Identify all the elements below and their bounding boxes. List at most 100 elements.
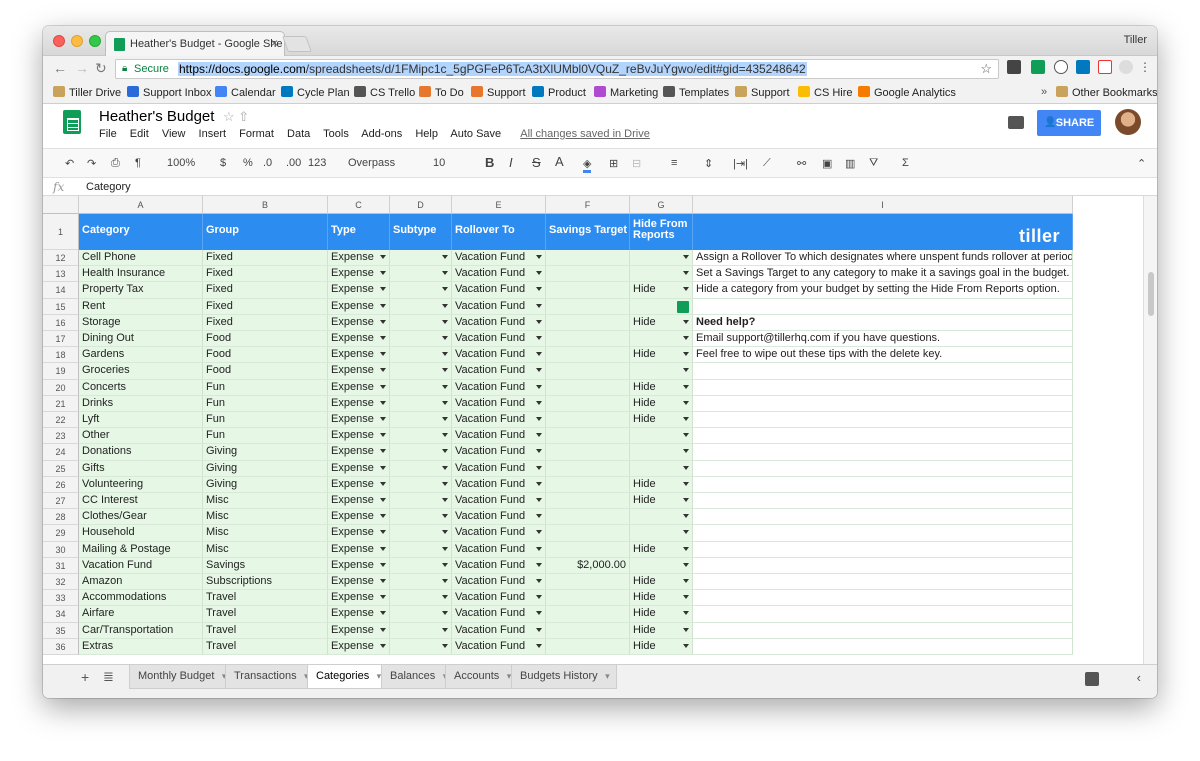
subtype-dropdown[interactable]	[390, 574, 452, 591]
sheet-tab-categories[interactable]: Categories	[307, 665, 389, 689]
column-header-g[interactable]: G	[630, 196, 693, 214]
decrease-decimal-button[interactable]: .0	[263, 157, 272, 169]
rollover-dropdown[interactable]: Vacation Fund	[452, 525, 546, 542]
category-cell[interactable]: Clothes/Gear	[79, 509, 203, 526]
group-cell[interactable]: Giving	[203, 476, 328, 493]
browser-tab[interactable]: Heather's Budget - Google She ×	[105, 31, 285, 56]
extension-trello-icon[interactable]	[1076, 60, 1090, 74]
savings-target-cell[interactable]	[546, 444, 630, 461]
rollover-dropdown[interactable]: Vacation Fund	[452, 250, 546, 267]
zoom-select[interactable]: 100%	[167, 157, 195, 169]
tips-cell[interactable]	[693, 574, 1073, 591]
group-cell[interactable]: Misc	[203, 541, 328, 558]
dropdown-arrow-icon[interactable]	[442, 271, 448, 276]
dropdown-arrow-icon[interactable]	[380, 514, 386, 519]
dropdown-arrow-icon[interactable]	[536, 368, 542, 373]
tips-cell[interactable]	[693, 444, 1073, 461]
type-dropdown[interactable]: Expense	[328, 266, 390, 283]
rollover-dropdown[interactable]: Vacation Fund	[452, 590, 546, 607]
hide-dropdown[interactable]: Hide	[630, 282, 693, 299]
dropdown-arrow-icon[interactable]	[442, 481, 448, 486]
savings-target-cell[interactable]	[546, 395, 630, 412]
bookmark-marketing[interactable]: Marketing	[594, 86, 658, 99]
tips-cell[interactable]	[693, 476, 1073, 493]
hide-dropdown[interactable]: Hide	[630, 606, 693, 623]
hide-dropdown[interactable]	[630, 557, 693, 574]
dropdown-arrow-icon[interactable]	[536, 514, 542, 519]
group-cell[interactable]: Food	[203, 331, 328, 348]
vertical-scrollbar[interactable]	[1143, 196, 1157, 664]
dropdown-arrow-icon[interactable]	[380, 271, 386, 276]
font-select[interactable]: Overpass	[348, 157, 395, 169]
savings-target-cell[interactable]	[546, 476, 630, 493]
bookmark-support-folder[interactable]: Support	[735, 86, 790, 99]
header-savings-target[interactable]: Savings Target	[546, 214, 630, 250]
dropdown-arrow-icon[interactable]	[442, 287, 448, 292]
dropdown-arrow-icon[interactable]	[683, 465, 689, 470]
group-cell[interactable]: Travel	[203, 622, 328, 639]
rotate-icon[interactable]: ⟋	[763, 157, 771, 170]
percent-button[interactable]: %	[243, 157, 253, 169]
scrollbar-thumb[interactable]	[1148, 272, 1154, 316]
subtype-dropdown[interactable]	[390, 363, 452, 380]
subtype-dropdown[interactable]	[390, 428, 452, 445]
dropdown-arrow-icon[interactable]	[380, 287, 386, 292]
type-dropdown[interactable]: Expense	[328, 314, 390, 331]
hide-dropdown[interactable]: Hide	[630, 574, 693, 591]
dropdown-arrow-icon[interactable]	[442, 595, 448, 600]
dropdown-arrow-icon[interactable]	[442, 643, 448, 648]
savings-target-cell[interactable]	[546, 606, 630, 623]
group-cell[interactable]: Travel	[203, 606, 328, 623]
group-cell[interactable]: Travel	[203, 638, 328, 655]
type-dropdown[interactable]: Expense	[328, 250, 390, 267]
hide-dropdown[interactable]	[630, 266, 693, 283]
comment-add-icon[interactable]: ▣	[822, 157, 832, 170]
sheet-tab-accounts[interactable]: Accounts	[445, 665, 519, 689]
dropdown-arrow-icon[interactable]	[380, 319, 386, 324]
savings-target-cell[interactable]	[546, 525, 630, 542]
category-cell[interactable]: Groceries	[79, 363, 203, 380]
category-cell[interactable]: Other	[79, 428, 203, 445]
savings-target-cell[interactable]	[546, 509, 630, 526]
comments-icon[interactable]	[1008, 116, 1024, 129]
group-cell[interactable]: Food	[203, 347, 328, 364]
url-text[interactable]: https://docs.google.com/spreadsheets/d/1…	[178, 62, 807, 76]
dropdown-arrow-icon[interactable]	[536, 303, 542, 308]
rollover-dropdown[interactable]: Vacation Fund	[452, 557, 546, 574]
dropdown-arrow-icon[interactable]	[536, 319, 542, 324]
savings-target-cell[interactable]	[546, 590, 630, 607]
dropdown-arrow-icon[interactable]	[683, 271, 689, 276]
dropdown-arrow-icon[interactable]	[683, 352, 689, 357]
undo-icon[interactable]: ↶	[65, 157, 74, 170]
type-dropdown[interactable]: Expense	[328, 347, 390, 364]
bookmark-other[interactable]: Other Bookmarks	[1056, 86, 1157, 99]
tips-cell[interactable]	[693, 412, 1073, 429]
dropdown-arrow-icon[interactable]	[683, 368, 689, 373]
type-dropdown[interactable]: Expense	[328, 395, 390, 412]
spreadsheet-grid[interactable]: A B C D E F G I 1 Category Group Type Subtype Rollove…	[43, 196, 1143, 664]
dropdown-arrow-icon[interactable]	[442, 336, 448, 340]
dropdown-arrow-icon[interactable]	[683, 627, 689, 632]
bookmark-support-inbox[interactable]: Support Inbox	[127, 86, 212, 99]
grid-corner[interactable]	[43, 196, 79, 214]
tips-cell[interactable]	[693, 622, 1073, 639]
savings-target-cell[interactable]	[546, 638, 630, 655]
menu-tools[interactable]: Tools	[323, 128, 349, 140]
savings-target-cell[interactable]	[546, 541, 630, 558]
savings-target-cell[interactable]	[546, 428, 630, 445]
group-cell[interactable]: Food	[203, 363, 328, 380]
dropdown-arrow-icon[interactable]	[536, 336, 542, 340]
column-header-i[interactable]: I	[693, 196, 1073, 214]
menu-auto-save[interactable]: Auto Save	[450, 128, 501, 140]
address-bar[interactable]: 🔒︎ Secure https://docs.google.com/spread…	[115, 59, 999, 79]
subtype-dropdown[interactable]	[390, 331, 452, 348]
rollover-dropdown[interactable]: Vacation Fund	[452, 460, 546, 477]
dropdown-arrow-icon[interactable]	[380, 433, 386, 438]
category-cell[interactable]: CC Interest	[79, 493, 203, 510]
savings-target-cell[interactable]	[546, 298, 630, 315]
minimize-window-button[interactable]	[71, 35, 83, 47]
subtype-dropdown[interactable]	[390, 541, 452, 558]
align-icon[interactable]: ≡	[671, 157, 677, 169]
dropdown-arrow-icon[interactable]	[683, 287, 689, 292]
dropdown-arrow-icon[interactable]	[536, 433, 542, 438]
